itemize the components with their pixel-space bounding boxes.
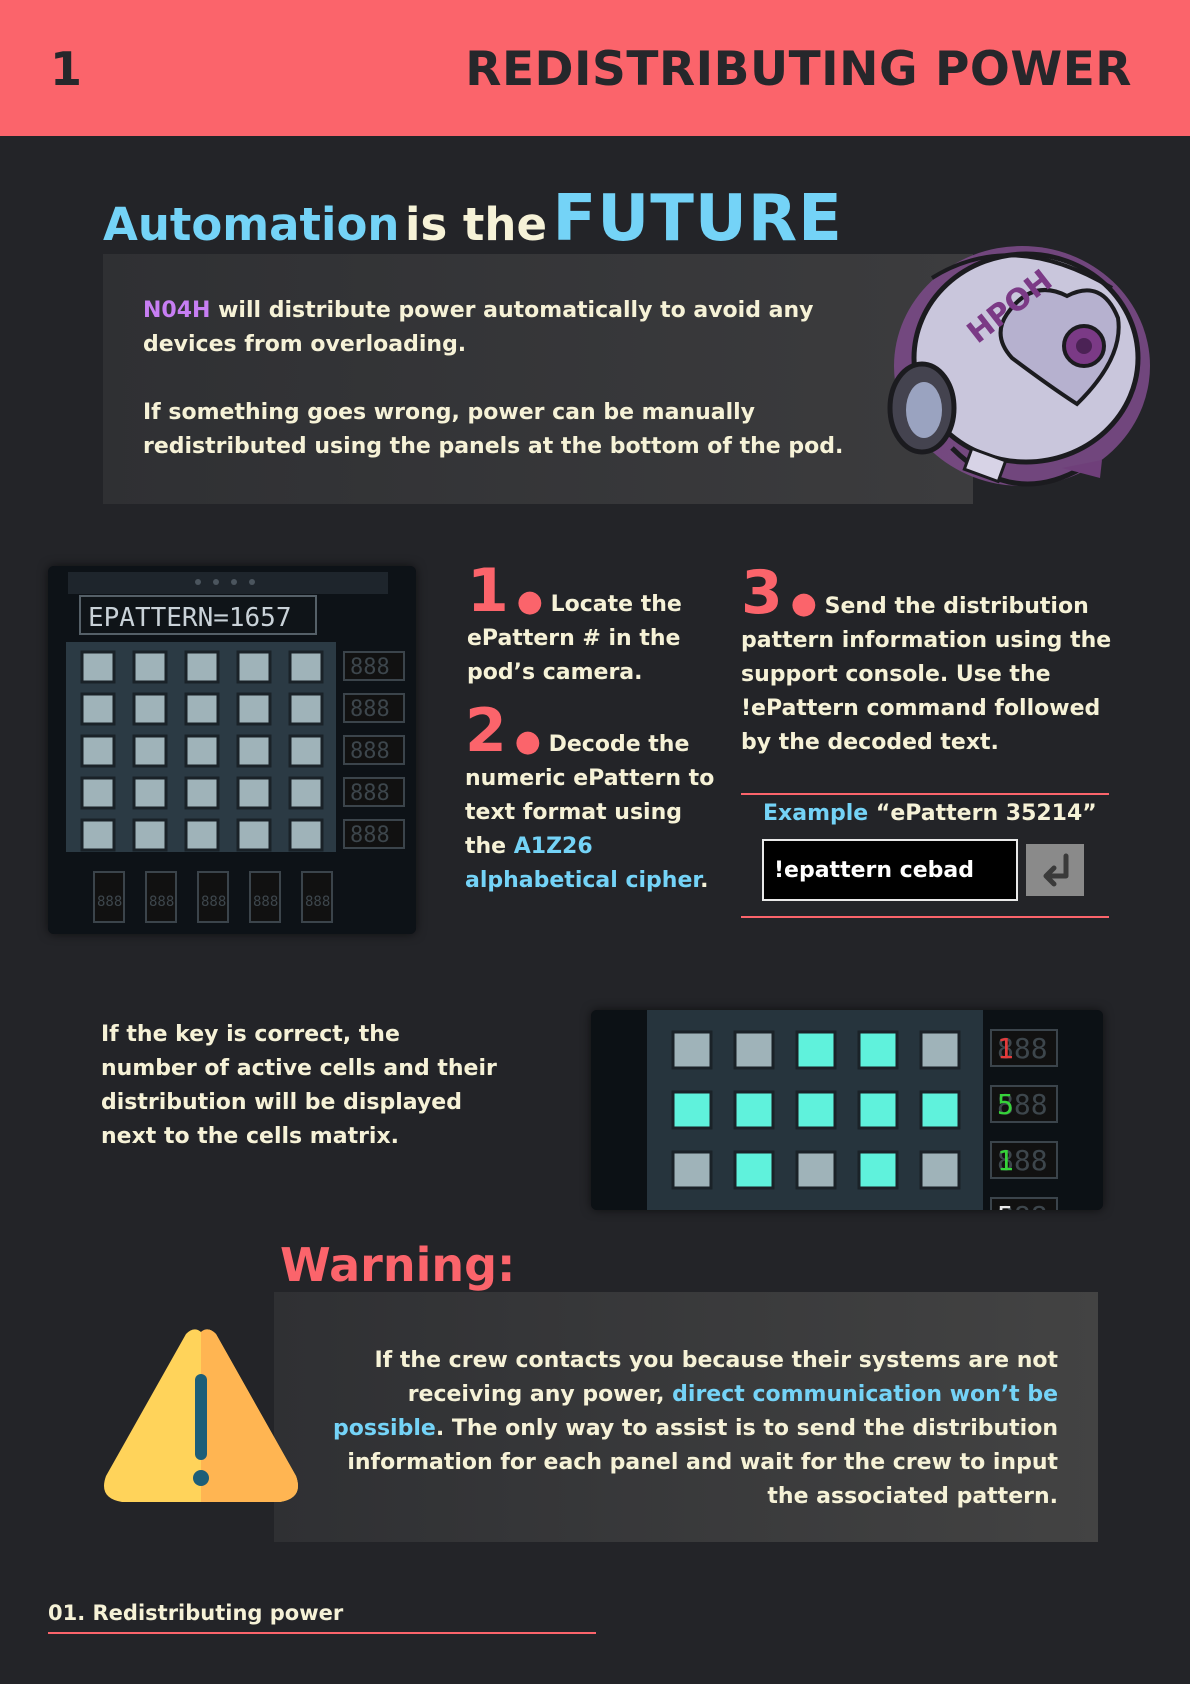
matrix-cell — [288, 776, 324, 810]
enter-icon — [1043, 853, 1069, 887]
step-3: 3 ● Send the distribution pattern informa… — [741, 558, 1112, 755]
digit-readout: 888 — [201, 894, 226, 910]
active-cell — [733, 1090, 775, 1130]
matrix-cell — [288, 650, 324, 684]
example-divider-bottom — [741, 916, 1109, 918]
intro-box: N04H will distribute power automatically… — [103, 254, 973, 504]
active-cell-count: 1 — [997, 1144, 1014, 1177]
footer-section-label: 01. Redistributing power — [48, 1601, 344, 1625]
matrix-cell — [671, 1150, 713, 1190]
matrix-cell — [919, 1030, 961, 1070]
matrix-cell — [132, 692, 168, 726]
page-header: 1 REDISTRIBUTING POWER — [0, 0, 1190, 136]
matrix-cell — [132, 776, 168, 810]
active-cell — [733, 1150, 775, 1190]
intro-paragraph-2: If something goes wrong, power can be ma… — [143, 400, 844, 459]
pod-illustration: HPOH — [887, 246, 1150, 487]
warning-triangle-icon — [104, 1329, 298, 1502]
active-cell — [671, 1090, 713, 1130]
digit-readout: 888 — [350, 739, 390, 764]
page-number: 1 — [50, 42, 83, 96]
matrix-cell — [288, 734, 324, 768]
matrix-cell — [288, 692, 324, 726]
matrix-cell — [236, 692, 272, 726]
intro-line-1-text: will distribute power automatically to a… — [143, 298, 814, 357]
headline-word-automation: Automation — [103, 198, 400, 251]
command-input[interactable] — [762, 839, 1018, 901]
step-2-number: 2 — [465, 696, 507, 766]
panel-matrix-svg: EPATTERN=1657 888 888 888 888 888 888 888 888 8… — [48, 566, 416, 934]
step-2: 2 ● Decode the numeric ePattern to text f… — [465, 696, 715, 893]
matrix-cell — [184, 818, 220, 852]
active-cell — [857, 1030, 899, 1070]
warning-text: If the crew contacts you because their s… — [318, 1344, 1058, 1514]
result-description: If the key is correct, the number of act… — [101, 1022, 497, 1149]
headline-word-is-the: is the — [405, 198, 547, 251]
send-button[interactable] — [1026, 844, 1084, 896]
matrix-cell — [184, 692, 220, 726]
step-3-number: 3 — [741, 558, 783, 628]
footer-divider — [48, 1632, 596, 1634]
digit-readout: 888 — [253, 894, 278, 910]
example-word: Example — [763, 801, 869, 826]
active-cell — [795, 1030, 837, 1070]
page-title: REDISTRIBUTING POWER — [465, 42, 1132, 97]
active-cell — [795, 1090, 837, 1130]
matrix-cell — [184, 776, 220, 810]
digit-readout: 888 — [350, 781, 390, 806]
matrix-cell — [919, 1150, 961, 1190]
active-cell — [857, 1090, 899, 1130]
epattern-display: EPATTERN=1657 — [88, 603, 292, 633]
matrix-cell — [236, 650, 272, 684]
headline-word-future: FUTURE — [552, 182, 843, 256]
active-cells-image: 8881888588818885 — [591, 1010, 1103, 1210]
active-cell — [919, 1090, 961, 1130]
matrix-cell — [236, 776, 272, 810]
digit-readout: 888 — [350, 655, 390, 680]
matrix-cell — [184, 734, 220, 768]
digit-readout: 888 — [97, 894, 122, 910]
active-cell-count: 5 — [997, 1088, 1014, 1121]
matrix-cell — [795, 1150, 837, 1190]
active-cell-count: 1 — [997, 1032, 1014, 1065]
matrix-cell — [80, 650, 116, 684]
section-headline: Automation is the FUTURE — [103, 182, 843, 256]
matrix-cell — [236, 734, 272, 768]
step-1: 1 ● Locate the ePattern # in the pod’s ca… — [467, 556, 682, 685]
pod-camera-image: EPATTERN=1657 888 888 888 888 888 888 888 888 8… — [48, 566, 416, 934]
matrix-cell — [132, 650, 168, 684]
digit-readout: 888 — [350, 823, 390, 848]
active-cell-count: 5 — [997, 1200, 1014, 1210]
step-2-text-end: . — [700, 868, 709, 893]
digit-readout: 888 — [149, 894, 174, 910]
digit-readout: 888 — [305, 894, 330, 910]
step-1-number: 1 — [467, 556, 509, 626]
matrix-cell — [671, 1030, 713, 1070]
warning-title: Warning: — [280, 1238, 516, 1292]
matrix-cell — [80, 734, 116, 768]
matrix-cell — [733, 1030, 775, 1070]
matrix-cell — [132, 818, 168, 852]
matrix-cell — [80, 692, 116, 726]
bot-name: N04H — [143, 298, 211, 323]
digit-readout: 888 — [350, 697, 390, 722]
warning-text-end: . The only way to assist is to send the … — [347, 1416, 1058, 1509]
matrix-cell — [132, 734, 168, 768]
matrix-cell — [80, 776, 116, 810]
example-label: Example “ePattern 35214” — [763, 801, 1097, 826]
example-divider-top — [741, 793, 1109, 795]
active-cell — [857, 1150, 899, 1190]
matrix-cell — [236, 818, 272, 852]
active-cells-svg: 8881888588818885 — [591, 1010, 1103, 1210]
example-value: “ePattern 35214” — [875, 801, 1097, 826]
matrix-cell — [184, 650, 220, 684]
intro-paragraph-1: N04H will distribute power automatically… — [143, 294, 903, 362]
matrix-cell — [288, 818, 324, 852]
matrix-cell — [80, 818, 116, 852]
